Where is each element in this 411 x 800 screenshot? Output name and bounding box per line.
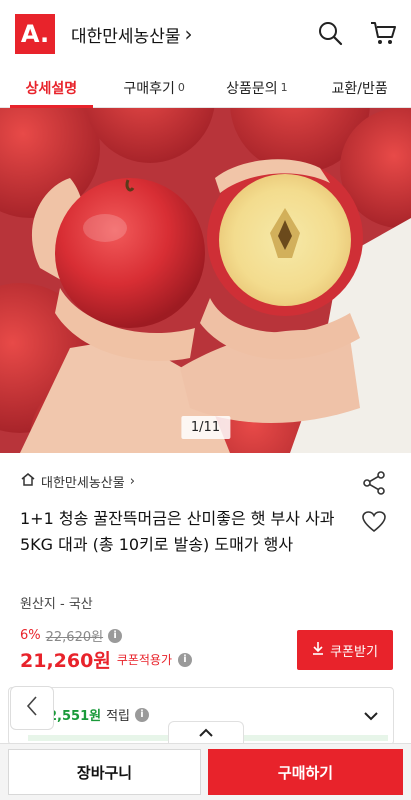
chevron-right-icon: ›	[129, 474, 135, 489]
final-price: 21,260원	[20, 650, 111, 672]
product-tabs: 상세설명 구매후기 0 상품문의 1 교환/반품	[0, 68, 411, 108]
share-icon[interactable]	[361, 470, 387, 500]
product-image-gallery[interactable]: 1/11	[0, 108, 411, 453]
points-amount: 2,551원	[48, 709, 102, 724]
tab-exchange-return[interactable]: 교환/반품	[308, 68, 411, 107]
product-photo-apples	[0, 108, 411, 453]
heart-icon[interactable]	[361, 510, 387, 538]
points-summary: 2,551원 적립 i	[48, 705, 150, 724]
coupon-price-label: 쿠폰적용가	[116, 653, 173, 667]
cart-icon[interactable]	[369, 20, 397, 46]
chevron-left-icon	[25, 695, 39, 721]
chevron-right-icon: ›	[184, 22, 193, 46]
search-icon[interactable]	[317, 20, 343, 46]
points-label: 적립	[106, 709, 131, 724]
image-counter: 1/11	[180, 416, 231, 439]
tab-label: 구매후기	[123, 80, 175, 97]
store-name: 대한만세농산물	[71, 26, 181, 47]
original-price: 22,620원	[45, 630, 104, 645]
expand-panel-toggle[interactable]	[168, 721, 244, 743]
final-price-row: 21,260원 쿠폰적용가 i	[20, 646, 193, 673]
store-name-link[interactable]: 대한만세농산물 ›	[71, 22, 192, 47]
seller-name: 대한만세농산물	[41, 476, 125, 491]
info-icon[interactable]: i	[178, 652, 193, 667]
buy-now-button[interactable]: 구매하기	[208, 749, 403, 795]
app-header: A. 대한만세농산물 ›	[0, 0, 411, 68]
coupon-button-label: 쿠폰받기	[330, 644, 378, 660]
logo-text: A.	[20, 20, 50, 48]
product-title: 1+1 청송 꿀잔뜩머금은 산미좋은 햇 부사 사과 5KG 대과 (총 10키…	[20, 509, 335, 554]
get-coupon-button[interactable]: 쿠폰받기	[297, 630, 393, 670]
brand-logo[interactable]: A.	[15, 14, 55, 54]
back-button[interactable]	[10, 686, 54, 730]
chevron-up-icon	[198, 723, 214, 742]
tab-details[interactable]: 상세설명	[0, 68, 103, 108]
tab-inquiries[interactable]: 상품문의 1	[206, 68, 309, 107]
tab-label: 상품문의	[226, 80, 278, 97]
home-icon	[20, 472, 36, 491]
tab-reviews[interactable]: 구매후기 0	[103, 68, 206, 107]
chevron-down-icon[interactable]	[363, 706, 379, 725]
tab-count: 0	[177, 81, 185, 94]
tab-label: 교환/반품	[331, 80, 388, 97]
seller-link[interactable]: 대한만세농산물 ›	[20, 472, 135, 491]
add-to-cart-button[interactable]: 장바구니	[8, 749, 201, 795]
discount-info: 6% 22,620원 i	[20, 626, 123, 645]
tab-count: 1	[280, 81, 288, 94]
origin-info: 원산지 - 국산	[20, 597, 93, 612]
info-icon[interactable]: i	[135, 707, 150, 722]
buy-button-label: 구매하기	[277, 763, 334, 782]
cart-button-label: 장바구니	[76, 763, 133, 782]
info-icon[interactable]: i	[108, 628, 123, 643]
download-icon	[312, 641, 324, 659]
discount-rate: 6%	[20, 628, 41, 643]
tab-label: 상세설명	[25, 80, 78, 97]
